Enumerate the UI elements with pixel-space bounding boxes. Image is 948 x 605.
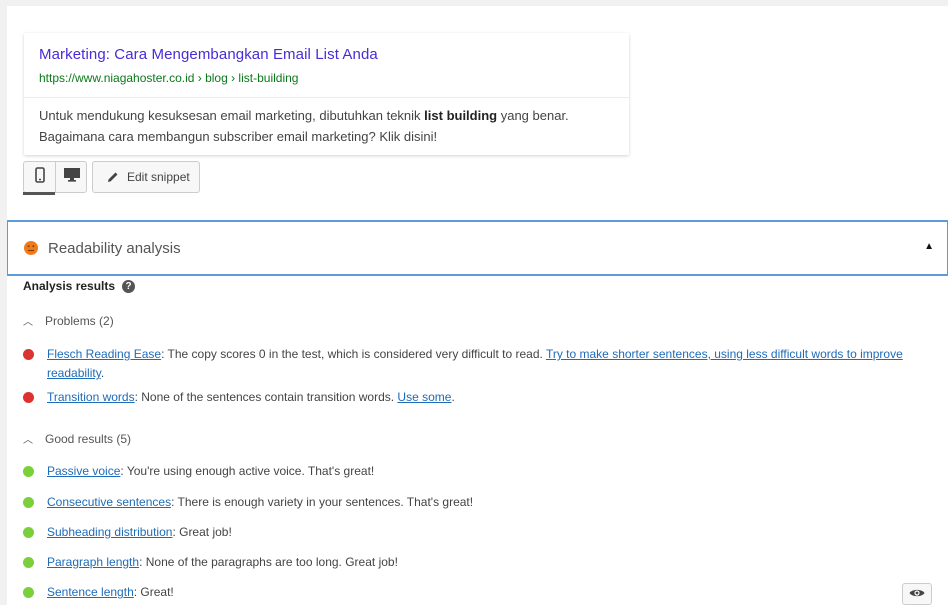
mobile-preview-button[interactable] <box>24 162 56 192</box>
assessment-action-link[interactable]: Use some <box>397 390 451 404</box>
good-bullet-icon <box>23 497 34 508</box>
assessment-text: : There is enough variety in your senten… <box>171 495 474 509</box>
readability-status-icon <box>24 241 38 255</box>
good-item: Paragraph length: None of the paragraphs… <box>23 553 923 572</box>
assessment-link[interactable]: Flesch Reading Ease <box>47 347 161 361</box>
good-item: Consecutive sentences: There is enough v… <box>23 493 923 512</box>
snippet-preview: Marketing: Cara Mengembangkan Email List… <box>24 33 629 155</box>
assessment-text: : Great! <box>133 585 174 599</box>
analysis-results-label: Analysis results <box>23 279 116 293</box>
assessment-link[interactable]: Sentence length <box>47 585 134 599</box>
chevron-up-icon: ︿ <box>23 435 33 446</box>
problems-label: Problems (2) <box>45 313 114 328</box>
desktop-preview-button[interactable] <box>56 162 87 192</box>
snippet-description: Untuk mendukung kesuksesan email marketi… <box>39 105 619 147</box>
problem-item: Flesch Reading Ease: The copy scores 0 i… <box>23 345 923 383</box>
assessment-text: : You're using enough active voice. That… <box>120 464 375 478</box>
help-icon[interactable]: ? <box>122 279 136 293</box>
assessment-after: . <box>451 390 455 404</box>
highlight-toggle-button[interactable] <box>902 583 932 605</box>
good-bullet-icon <box>23 466 34 477</box>
analysis-results-heading: Analysis results ? <box>23 279 136 293</box>
good-bullet-icon <box>23 557 34 568</box>
mobile-icon <box>34 166 45 188</box>
chevron-up-icon: ︿ <box>23 317 33 328</box>
assessment-text: : The copy scores 0 in the test, which i… <box>161 347 546 361</box>
active-device-indicator <box>23 192 55 195</box>
assessment-link[interactable]: Transition words <box>47 390 135 404</box>
good-item: Sentence length: Great! <box>23 583 923 602</box>
good-bullet-icon <box>23 527 34 538</box>
snippet-url: https://www.niagahoster.co.id › blog › l… <box>39 71 299 85</box>
problem-bullet-icon <box>23 349 34 360</box>
problems-toggle[interactable]: ︿ Problems (2) <box>23 313 114 329</box>
good-item: Subheading distribution: Great job! <box>23 523 923 542</box>
snippet-desc-bold: list building <box>424 108 498 123</box>
good-item: Passive voice: You're using enough activ… <box>23 462 923 481</box>
edit-snippet-button[interactable]: Edit snippet <box>92 161 200 193</box>
assessment-text: : None of the sentences contain transiti… <box>134 390 398 404</box>
snippet-title[interactable]: Marketing: Cara Mengembangkan Email List… <box>39 46 378 63</box>
assessment-after: . <box>100 366 105 380</box>
good-results-label: Good results (5) <box>45 431 132 446</box>
readability-title: Readability analysis <box>48 240 181 257</box>
metabox-panel: Marketing: Cara Mengembangkan Email List… <box>7 6 948 605</box>
edit-snippet-label: Edit snippet <box>127 170 190 184</box>
device-switcher <box>23 161 87 193</box>
problem-item: Transition words: None of the sentences … <box>23 388 923 407</box>
readability-analysis-toggle[interactable]: Readability analysis ▲ <box>7 220 948 276</box>
snippet-desc-before: Untuk mendukung kesuksesan email marketi… <box>39 108 425 123</box>
eye-icon <box>909 585 925 603</box>
assessment-text: : Great job! <box>172 525 232 539</box>
good-results-toggle[interactable]: ︿ Good results (5) <box>23 431 132 447</box>
good-bullet-icon <box>23 587 34 598</box>
problem-bullet-icon <box>23 392 34 403</box>
assessment-link[interactable]: Paragraph length <box>47 555 139 569</box>
assessment-text: : None of the paragraphs are too long. G… <box>139 555 398 569</box>
assessment-link[interactable]: Subheading distribution <box>47 525 172 539</box>
collapse-arrow-icon[interactable]: ▲ <box>924 241 934 252</box>
assessment-link[interactable]: Consecutive sentences <box>47 495 171 509</box>
snippet-divider <box>24 97 629 98</box>
assessment-link[interactable]: Passive voice <box>47 464 120 478</box>
desktop-icon <box>63 167 81 187</box>
pencil-icon <box>107 171 119 183</box>
